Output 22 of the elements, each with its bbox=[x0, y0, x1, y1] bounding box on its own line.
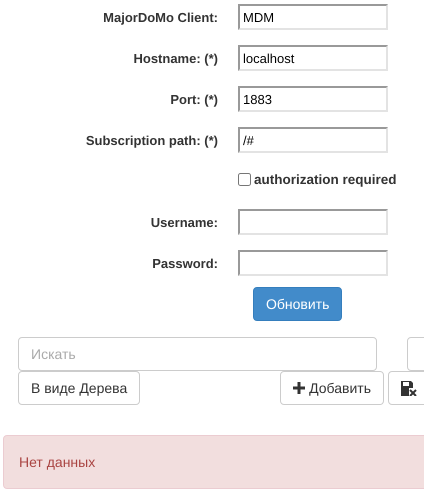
input-field[interactable]: /# bbox=[238, 127, 388, 153]
input-field[interactable]: MDM bbox=[238, 4, 388, 30]
field-label: Username: bbox=[150, 214, 218, 230]
update-button[interactable]: Обновить bbox=[253, 287, 342, 321]
checkbox-label: authorization required bbox=[254, 172, 397, 187]
input-field[interactable]: 1883 bbox=[238, 86, 388, 112]
field-label: Port: (*) bbox=[169, 92, 218, 106]
tree-view-button[interactable]: В виде Дерева bbox=[18, 371, 140, 405]
input-field[interactable]: localhost bbox=[238, 45, 388, 71]
field-label: Hostname: (*) bbox=[132, 50, 218, 66]
clear-button[interactable] bbox=[388, 371, 424, 405]
checkbox[interactable] bbox=[238, 173, 251, 186]
input-field[interactable] bbox=[238, 209, 388, 235]
field-label: Password: bbox=[151, 256, 218, 270]
save-delete-icon bbox=[401, 380, 417, 396]
field-label: Subscription path: (*) bbox=[84, 132, 218, 148]
input-field[interactable] bbox=[238, 250, 388, 276]
search-field[interactable]: Искать bbox=[18, 337, 377, 371]
alert-text: Нет данных bbox=[19, 454, 96, 470]
plus-icon bbox=[293, 382, 306, 394]
add-button[interactable]: Добавить bbox=[280, 371, 384, 405]
field-label: MajorDoMo Client: bbox=[102, 10, 218, 24]
